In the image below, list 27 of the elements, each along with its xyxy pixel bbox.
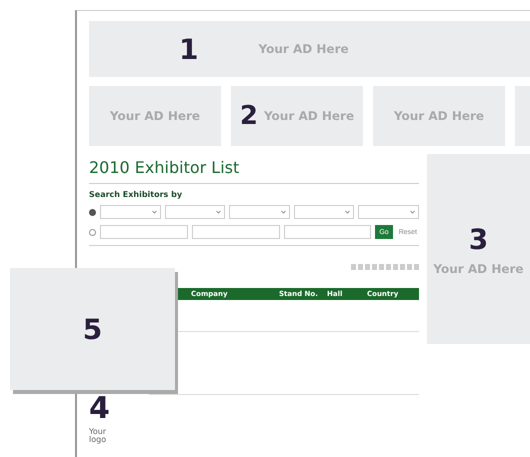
ad-number: 5 — [82, 312, 102, 346]
ad-number: 3 — [468, 222, 488, 256]
dropdown[interactable] — [229, 205, 290, 219]
caret-icon — [410, 210, 415, 214]
input-field[interactable] — [192, 225, 280, 239]
caret-icon — [280, 210, 286, 214]
dropdown[interactable] — [358, 205, 419, 219]
page-title: 2010 Exhibitor List — [89, 158, 240, 177]
ad-headline: Your AD Here — [433, 262, 524, 276]
logo-text: Your logo — [89, 428, 108, 444]
input-field[interactable] — [284, 225, 372, 239]
search-heading: Search Exhibitors by — [89, 190, 184, 199]
caret-icon — [152, 210, 157, 214]
ad-headline: Your AD Here — [264, 109, 354, 123]
caret-icon — [216, 210, 222, 214]
radio-button[interactable] — [89, 208, 96, 216]
radio-button[interactable] — [89, 228, 96, 236]
caret-icon — [345, 210, 350, 214]
dropdown[interactable] — [164, 205, 226, 219]
dropdown[interactable] — [294, 205, 354, 219]
ad-number: 2 — [240, 101, 258, 131]
input-field[interactable] — [100, 225, 188, 239]
ad-number: 1 — [179, 32, 198, 66]
ad-headline: Your AD Here — [258, 42, 349, 56]
ad-headline: Your AD Here — [394, 109, 484, 123]
listing-number: 4 — [89, 391, 110, 426]
ad-headline: Your AD Here — [110, 109, 200, 123]
